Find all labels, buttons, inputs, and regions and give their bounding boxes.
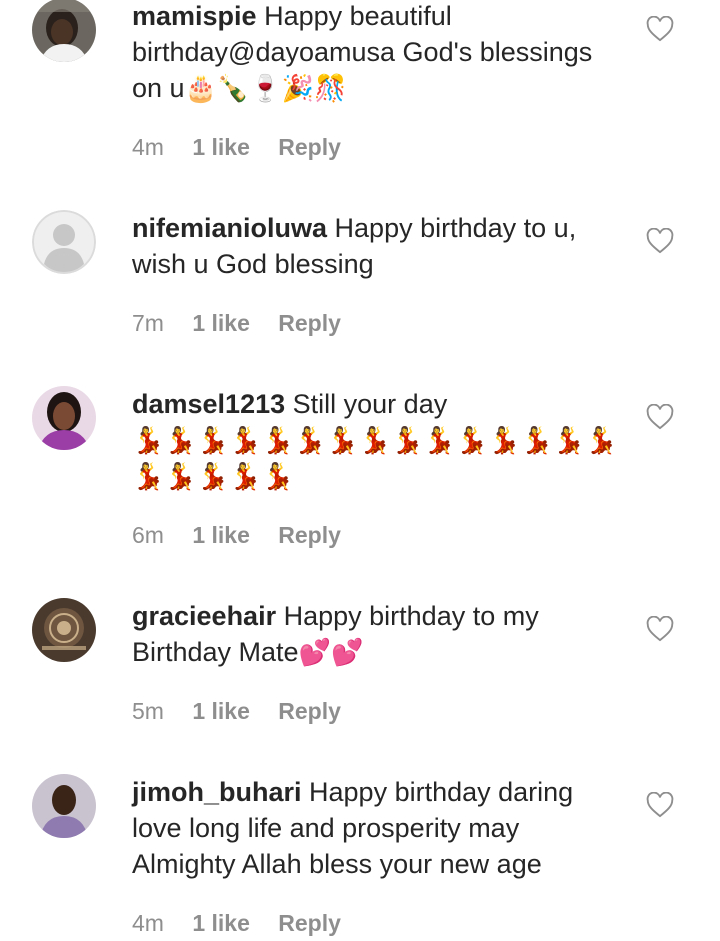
comment-time: 5m bbox=[132, 698, 164, 724]
comment-username[interactable]: gracieehair bbox=[132, 601, 276, 631]
comment-emojis: 🎂🍾🍷🎉🎊 bbox=[184, 73, 347, 103]
comment-emojis: 💕💕 bbox=[298, 637, 364, 667]
heart-icon[interactable] bbox=[646, 228, 674, 254]
heart-icon[interactable] bbox=[646, 616, 674, 642]
comment-text: Still your day bbox=[292, 389, 448, 419]
reply-button[interactable]: Reply bbox=[278, 310, 341, 336]
comment-username[interactable]: nifemianioluwa bbox=[132, 213, 327, 243]
comment-likes[interactable]: 1 like bbox=[192, 698, 250, 724]
comment-meta: 4m 1 like Reply bbox=[132, 910, 363, 937]
comment-likes[interactable]: 1 like bbox=[192, 310, 250, 336]
avatar[interactable] bbox=[32, 386, 96, 450]
comment-body: damsel1213 Still your day 💃💃💃💃💃💃💃💃💃💃💃💃💃💃… bbox=[132, 386, 622, 494]
comment-meta: 4m 1 like Reply bbox=[132, 134, 363, 161]
comment-body: jimoh_buhari Happy birthday daring love … bbox=[132, 774, 622, 882]
comment-username[interactable]: jimoh_buhari bbox=[132, 777, 302, 807]
comment-likes[interactable]: 1 like bbox=[192, 522, 250, 548]
comment-meta: 5m 1 like Reply bbox=[132, 698, 363, 725]
avatar[interactable] bbox=[32, 0, 96, 62]
comment-time: 7m bbox=[132, 310, 164, 336]
comment-emojis: 💃💃💃💃💃💃💃💃💃💃💃💃💃💃💃💃💃💃💃💃 bbox=[132, 425, 618, 491]
comment-username[interactable]: mamispie bbox=[132, 1, 257, 31]
avatar[interactable] bbox=[32, 210, 96, 274]
comment-body: gracieehair Happy birthday to my Birthda… bbox=[132, 598, 622, 670]
heart-icon[interactable] bbox=[646, 792, 674, 818]
comment-meta: 6m 1 like Reply bbox=[132, 522, 363, 549]
comment-time: 4m bbox=[132, 910, 164, 936]
avatar[interactable] bbox=[32, 598, 96, 662]
comment-body: nifemianioluwa Happy birthday to u, wish… bbox=[132, 210, 622, 282]
reply-button[interactable]: Reply bbox=[278, 134, 341, 160]
heart-icon[interactable] bbox=[646, 16, 674, 42]
person-placeholder-icon bbox=[32, 210, 96, 274]
avatar[interactable] bbox=[32, 774, 96, 838]
reply-button[interactable]: Reply bbox=[278, 522, 341, 548]
comment-time: 4m bbox=[132, 134, 164, 160]
heart-icon[interactable] bbox=[646, 404, 674, 430]
reply-button[interactable]: Reply bbox=[278, 698, 341, 724]
comment-username[interactable]: damsel1213 bbox=[132, 389, 285, 419]
comment-body: mamispie Happy beautiful birthday@dayoam… bbox=[132, 0, 622, 106]
comment-likes[interactable]: 1 like bbox=[192, 134, 250, 160]
comment-meta: 7m 1 like Reply bbox=[132, 310, 363, 337]
reply-button[interactable]: Reply bbox=[278, 910, 341, 936]
comment-likes[interactable]: 1 like bbox=[192, 910, 250, 936]
comment-time: 6m bbox=[132, 522, 164, 548]
